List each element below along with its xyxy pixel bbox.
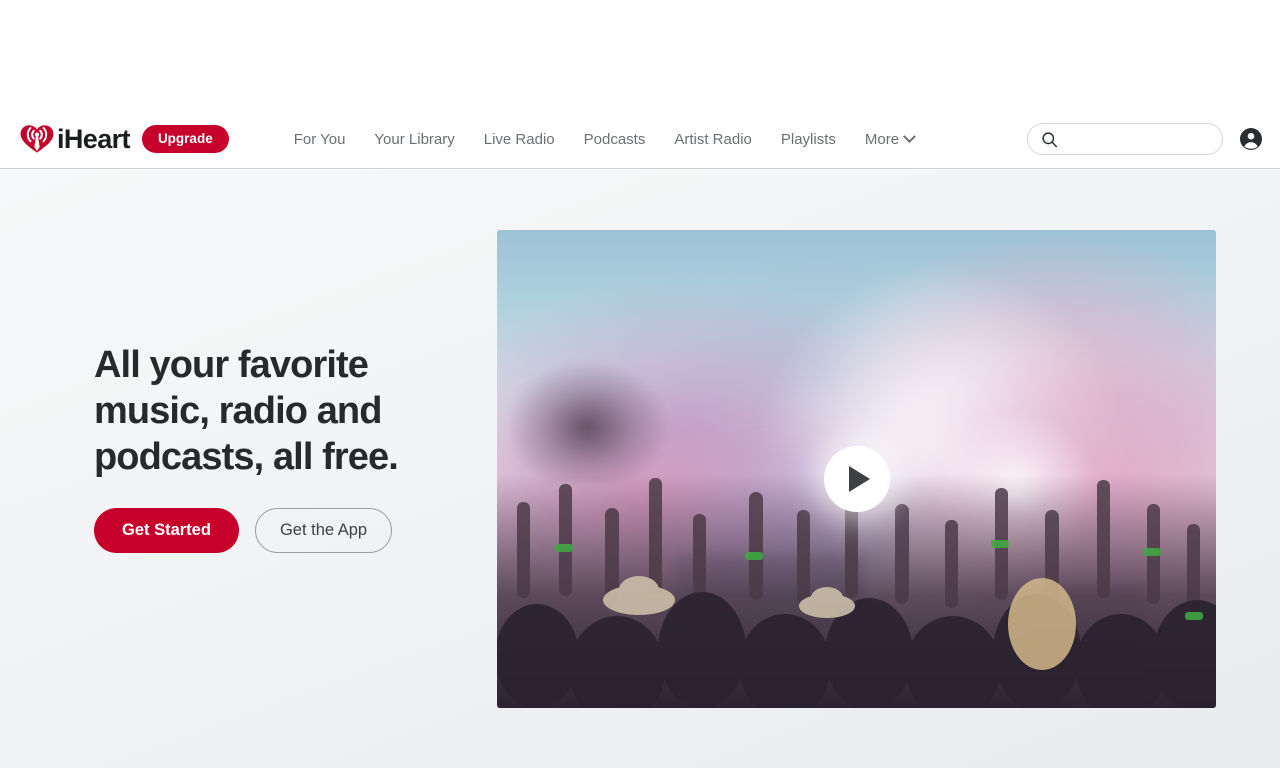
brand-wordmark: iHeart: [57, 123, 131, 154]
hero-cta-group: Get Started Get the App: [94, 508, 474, 553]
play-icon: [849, 465, 870, 492]
nav-for-you[interactable]: For You: [294, 132, 346, 147]
play-button[interactable]: [823, 445, 890, 512]
search-icon: [1042, 131, 1058, 147]
main-nav: For You Your Library Live Radio Podcasts…: [294, 129, 916, 148]
nav-podcasts[interactable]: Podcasts: [584, 132, 646, 147]
search-box[interactable]: [1027, 123, 1223, 155]
nav-more[interactable]: More: [864, 129, 916, 148]
brand-logo[interactable]: iHeart: [20, 123, 131, 154]
hero-copy: All your favorite music, radio and podca…: [94, 342, 474, 553]
page-title: All your favorite music, radio and podca…: [94, 344, 399, 478]
hero-section: All your favorite music, radio and podca…: [0, 170, 1280, 768]
site-header: iHeart Upgrade For You Your Library Live…: [0, 110, 1280, 169]
nav-more-label: More: [864, 130, 900, 148]
page-root: iHeart Upgrade For You Your Library Live…: [0, 0, 1280, 768]
account-circle-icon[interactable]: [1239, 127, 1263, 151]
chevron-down-icon: [903, 129, 916, 143]
top-blank-area: [0, 0, 1280, 110]
search-input[interactable]: [1066, 131, 1206, 147]
get-the-app-button[interactable]: Get the App: [254, 508, 393, 553]
nav-your-library[interactable]: Your Library: [374, 132, 454, 147]
upgrade-button[interactable]: Upgrade: [141, 124, 229, 154]
header-right-group: [1027, 123, 1263, 155]
iheart-heart-waves-icon: [20, 125, 54, 153]
nav-live-radio[interactable]: Live Radio: [484, 132, 555, 147]
get-started-button[interactable]: Get Started: [94, 508, 239, 553]
tree-silhouette: [511, 359, 670, 484]
hero-video-thumbnail[interactable]: [497, 230, 1216, 708]
nav-playlists[interactable]: Playlists: [781, 132, 836, 147]
nav-artist-radio[interactable]: Artist Radio: [674, 132, 752, 147]
